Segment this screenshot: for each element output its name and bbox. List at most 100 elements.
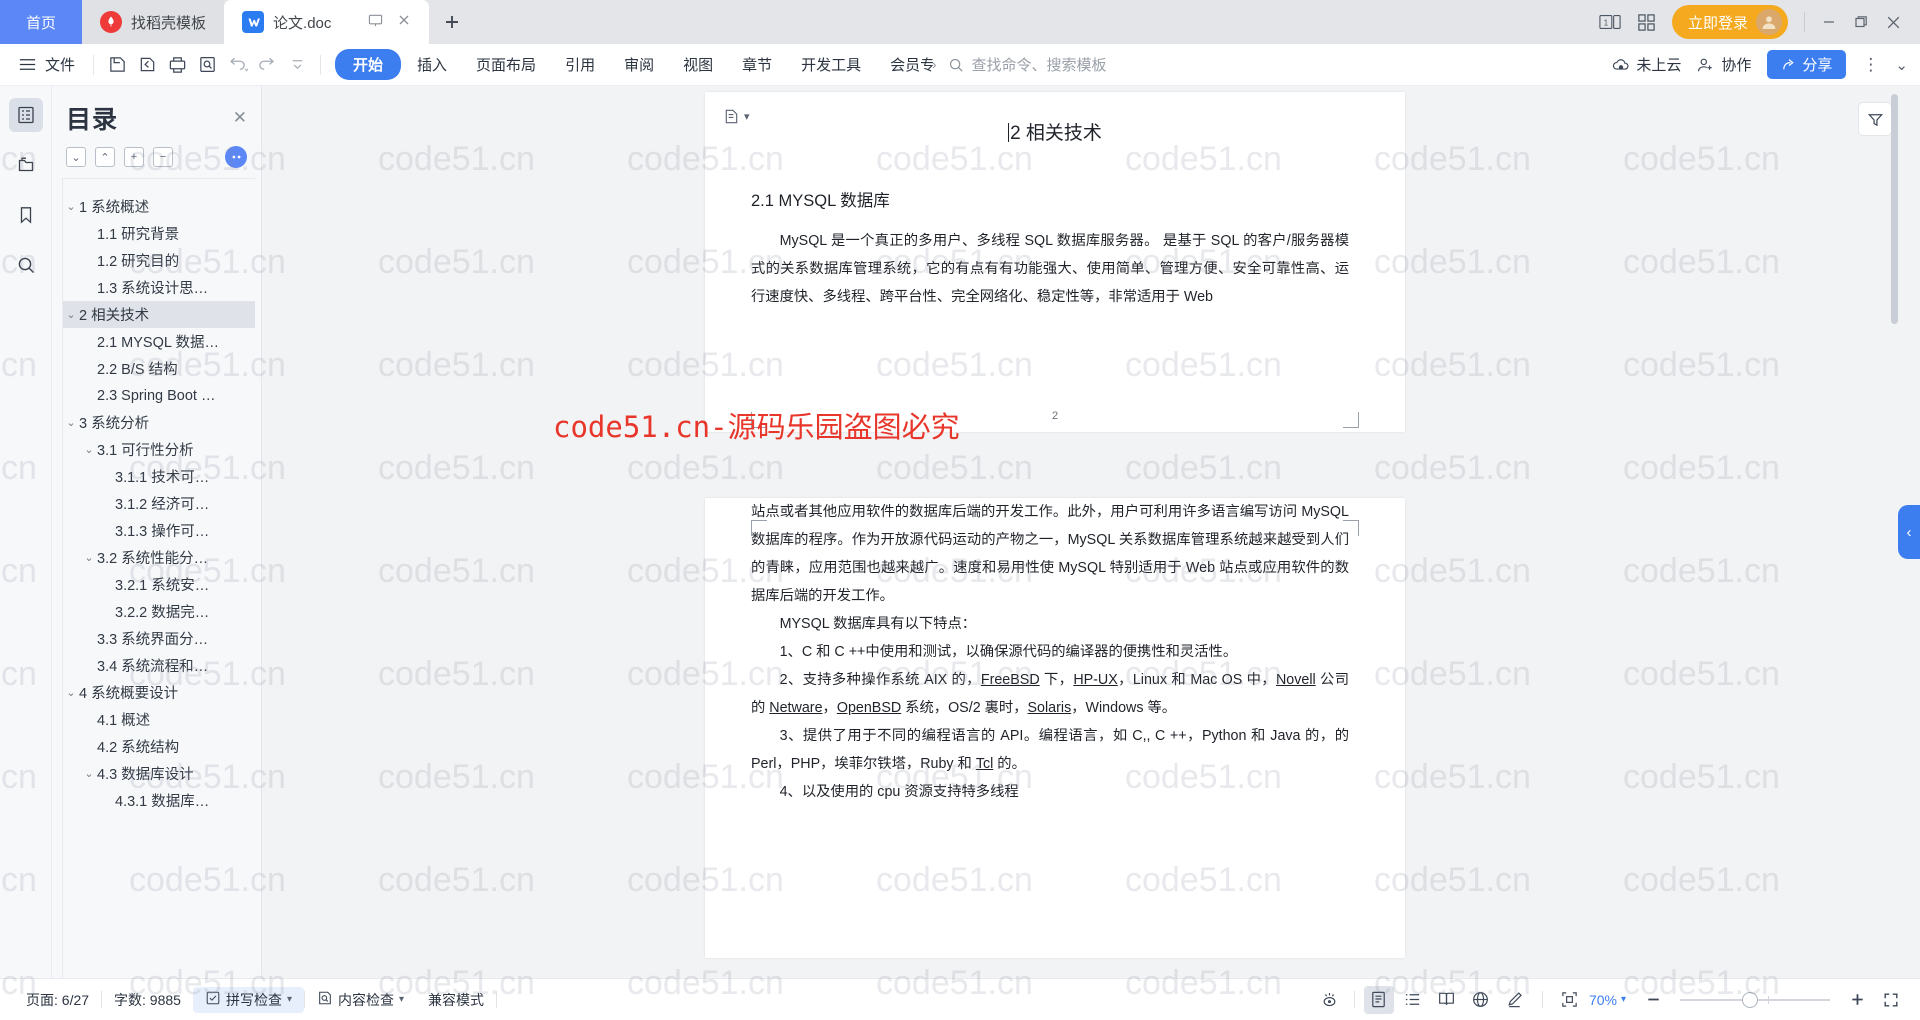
print-preview-icon[interactable]	[192, 51, 222, 79]
one-page-icon[interactable]: 1	[1599, 13, 1621, 31]
outline-item[interactable]: 3.4 系统流程和…	[63, 652, 255, 679]
tab-present-icon[interactable]	[368, 13, 383, 32]
chevron-down-icon[interactable]: ⌄	[63, 686, 79, 699]
undo-icon[interactable]	[222, 51, 252, 79]
cloud-status-button[interactable]: 未上云	[1612, 54, 1681, 75]
outline-item[interactable]: 1.3 系统设计思…	[63, 274, 255, 301]
close-icon[interactable]: ✕	[233, 108, 247, 128]
outline-item[interactable]: 3.3 系统界面分…	[63, 625, 255, 652]
tab-docer-template[interactable]: 找稻壳模板	[82, 0, 225, 44]
outline-item[interactable]: ⌄ 2 相关技术	[63, 301, 255, 328]
new-tab-button[interactable]	[429, 0, 476, 44]
share-button[interactable]: 分享	[1767, 50, 1847, 79]
outline-item[interactable]: 3.2.1 系统安…	[63, 571, 255, 598]
ribbon-tab-vip[interactable]: 会员专享	[877, 49, 933, 80]
document-page-1[interactable]: ▾ 2 相关技术 2.1 MYSQL 数据库 MySQL 是一个真正的多用户、多…	[705, 92, 1405, 432]
outline-item[interactable]: 3.1.1 技术可…	[63, 463, 255, 490]
bookmark-icon[interactable]	[9, 198, 43, 232]
chevron-down-icon[interactable]: ⌄	[81, 551, 97, 564]
outline-item[interactable]: 3.1.3 操作可…	[63, 517, 255, 544]
document-canvas[interactable]: ▾ 2 相关技术 2.1 MYSQL 数据库 MySQL 是一个真正的多用户、多…	[262, 86, 1848, 978]
outline-item[interactable]: 2.2 B/S 结构	[63, 355, 255, 382]
tab-document[interactable]: 论文.doc	[224, 0, 430, 44]
spell-check-button[interactable]: 拼写检查 ▾	[192, 986, 304, 1013]
chevron-down-icon[interactable]: ⌄	[63, 416, 79, 429]
outline-list[interactable]: ⌄ 1 系统概述 1.1 研究背景 1.2 研究目的 1.3 系统设计思… ⌄ 2 相关技术…	[62, 178, 255, 978]
outline-item[interactable]: 4.2 系统结构	[63, 733, 255, 760]
file-menu-button[interactable]: 文件	[12, 54, 85, 75]
outline-icon[interactable]	[8, 98, 43, 132]
ribbon-tab-review[interactable]: 审阅	[611, 49, 667, 80]
outline-item[interactable]: 2.3 Spring Boot …	[63, 382, 255, 409]
ribbon-tab-view[interactable]: 视图	[670, 49, 726, 80]
content-check-button[interactable]: 内容检查 ▾	[305, 990, 416, 1010]
ribbon-tab-chapter[interactable]: 章节	[729, 49, 785, 80]
ribbon-tab-developer[interactable]: 开发工具	[788, 49, 874, 80]
chevron-down-icon[interactable]: ▾	[399, 994, 404, 1005]
add-level-button[interactable]: +	[124, 147, 144, 167]
collapse-ribbon-icon[interactable]: ⌄	[1895, 56, 1908, 74]
maximize-button[interactable]	[1853, 14, 1869, 30]
word-count[interactable]: 字数: 9885	[102, 990, 193, 1010]
ai-assistant-icon[interactable]	[225, 146, 247, 168]
customize-toolbar-icon[interactable]	[282, 51, 312, 79]
ribbon-tab-insert[interactable]: 插入	[404, 49, 460, 80]
zoom-in-button[interactable]	[1842, 986, 1872, 1014]
outline-item[interactable]: 1.1 研究背景	[63, 220, 255, 247]
tab-home[interactable]: 首页	[0, 0, 83, 44]
save-as-icon[interactable]	[132, 51, 162, 79]
vertical-scrollbar[interactable]	[1891, 94, 1898, 324]
outline-view-icon[interactable]	[1398, 986, 1428, 1014]
login-button[interactable]: 立即登录	[1671, 5, 1788, 39]
outline-item[interactable]: 2.1 MYSQL 数据…	[63, 328, 255, 355]
zoom-level-label[interactable]: 70%	[1589, 992, 1617, 1008]
outline-item[interactable]: ⌄ 3 系统分析	[63, 409, 255, 436]
remove-level-button[interactable]: −	[153, 147, 173, 167]
search-input[interactable]: 查找命令、搜索模板	[948, 54, 1107, 75]
expand-down-button[interactable]: ⌄	[66, 147, 86, 167]
page-options-button[interactable]: ▾	[723, 108, 750, 125]
outline-item[interactable]: 3.1.2 经济可…	[63, 490, 255, 517]
ribbon-tab-start[interactable]: 开始	[335, 49, 402, 80]
outline-item[interactable]: 1.2 研究目的	[63, 247, 255, 274]
edit-pen-icon[interactable]	[1500, 986, 1530, 1014]
print-icon[interactable]	[162, 51, 192, 79]
document-page-2[interactable]: 站点或者其他应用软件的数据库后端的开发工作。此外，用户可利用许多语言编写访问 M…	[705, 498, 1405, 958]
chevron-down-icon[interactable]: ⌄	[63, 308, 79, 321]
more-options-icon[interactable]: ⋮	[1862, 55, 1879, 75]
chevron-down-icon[interactable]: ▾	[1621, 994, 1626, 1005]
zoom-slider-knob[interactable]	[1742, 991, 1758, 1008]
collapse-up-button[interactable]: ⌃	[95, 147, 115, 167]
page-indicator[interactable]: 页面: 6/27	[14, 990, 101, 1010]
chevron-down-icon[interactable]: ⌄	[81, 767, 97, 780]
fullscreen-icon[interactable]	[1876, 986, 1906, 1014]
outline-item[interactable]: ⌄ 4 系统概要设计	[63, 679, 255, 706]
thumbnail-icon[interactable]	[9, 148, 43, 182]
save-icon[interactable]	[102, 51, 132, 79]
web-view-icon[interactable]	[1466, 986, 1496, 1014]
zoom-slider[interactable]	[1680, 991, 1830, 1008]
chevron-down-icon[interactable]: ⌄	[81, 443, 97, 456]
outline-item[interactable]: ⌄ 3.2 系统性能分…	[63, 544, 255, 571]
page-view-icon[interactable]	[1363, 985, 1394, 1014]
chevron-down-icon[interactable]: ▾	[287, 994, 292, 1005]
outline-item[interactable]: 3.2.2 数据完…	[63, 598, 255, 625]
close-button[interactable]	[1885, 14, 1902, 31]
ribbon-tab-page-layout[interactable]: 页面布局	[463, 49, 549, 80]
filter-button[interactable]	[1858, 102, 1892, 136]
outline-item[interactable]: ⌄ 1 系统概述	[63, 193, 255, 220]
chevron-down-icon[interactable]: ⌄	[63, 200, 79, 213]
redo-icon[interactable]	[252, 51, 282, 79]
ribbon-tab-references[interactable]: 引用	[552, 49, 608, 80]
minimize-button[interactable]	[1821, 14, 1837, 30]
outline-item[interactable]: 4.3.1 数据库…	[63, 787, 255, 814]
tab-close-icon[interactable]	[397, 13, 411, 31]
search-icon[interactable]	[9, 248, 43, 282]
zoom-out-button[interactable]	[1638, 986, 1668, 1014]
collaborate-button[interactable]: 协作	[1697, 54, 1751, 75]
grid-view-icon[interactable]	[1637, 13, 1656, 32]
outline-item[interactable]: ⌄ 3.1 可行性分析	[63, 436, 255, 463]
panel-drawer-handle[interactable]: ‹	[1898, 505, 1920, 559]
reading-view-icon[interactable]	[1432, 986, 1462, 1014]
fit-page-icon[interactable]	[1555, 986, 1585, 1014]
